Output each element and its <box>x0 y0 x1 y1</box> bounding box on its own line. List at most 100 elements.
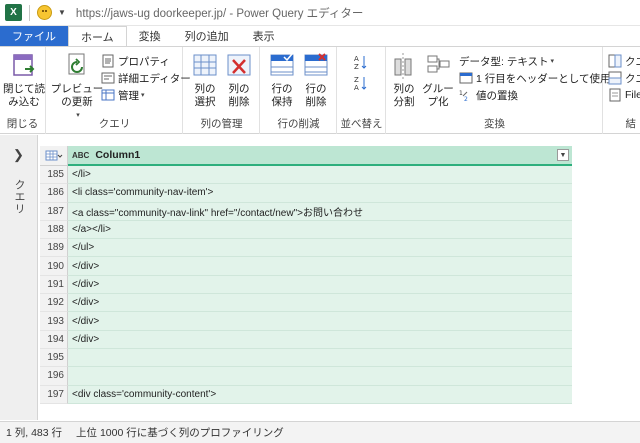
combine-files-label: File <box>625 89 640 101</box>
table-cell[interactable]: </li> <box>68 166 572 185</box>
tab-file[interactable]: ファイル <box>0 26 68 46</box>
row-number[interactable]: 190 <box>40 257 68 276</box>
choose-columns-label: 列の 選択 <box>194 83 216 108</box>
table-cell[interactable]: </a></li> <box>68 220 572 240</box>
row-number[interactable]: 188 <box>40 220 68 240</box>
group-reduce-rows: 行の 保持 行の 削除 行の削減 <box>261 47 337 134</box>
table-row[interactable]: 192 </div> <box>40 294 572 313</box>
remove-columns-label: 列の 削除 <box>228 83 250 108</box>
keep-rows-button[interactable]: 行の 保持 <box>265 51 299 109</box>
filter-dropdown-icon[interactable]: ▼ <box>557 149 569 161</box>
table-row[interactable]: 193 </div> <box>40 312 572 331</box>
table-cell[interactable]: <li class='community-nav-item'> <box>68 184 572 203</box>
queries-pane[interactable]: ❯ クエリ <box>0 135 38 420</box>
quick-access-dropdown-icon[interactable]: ▼ <box>58 8 66 17</box>
table-cell[interactable]: </div> <box>68 275 572 295</box>
table-cell[interactable]: <div class='community-content'> <box>68 385 572 404</box>
use-first-row-header-label: 1 行目をヘッダーとして使用 <box>476 72 611 85</box>
header-row-icon <box>459 71 473 85</box>
table-cell[interactable] <box>68 367 572 386</box>
grid-rows: 185 </li> 186 <li class='community-nav-item… <box>40 166 572 404</box>
replace-values-button[interactable]: 12 値の置換 <box>459 87 518 104</box>
table-row[interactable]: 194 </div> <box>40 330 572 349</box>
expand-pane-icon[interactable]: ❯ <box>13 147 24 163</box>
merge-queries-button[interactable]: クエ <box>608 53 640 69</box>
table-row[interactable]: 197 <div class='community-content'> <box>40 385 572 404</box>
merge-queries-label: クエ <box>625 55 640 68</box>
tab-transform[interactable]: 変換 <box>127 26 173 46</box>
table-row[interactable]: 187 <a class="community-nav-link" href="/… <box>40 202 572 221</box>
row-number[interactable]: 195 <box>40 348 68 368</box>
feedback-smiley-icon[interactable] <box>37 5 52 20</box>
use-first-row-header-button[interactable]: 1 行目をヘッダーとして使用 ▾ <box>459 70 616 86</box>
group-by-label: グルー プ化 <box>422 83 454 108</box>
row-number[interactable]: 191 <box>40 275 68 295</box>
sort-ascending-button[interactable]: AZ <box>354 53 371 71</box>
table-cell[interactable]: </div> <box>68 330 572 349</box>
table-row[interactable]: 189 </ul> <box>40 239 572 258</box>
advanced-editor-label: 詳細エディター <box>118 72 191 85</box>
table-row[interactable]: 185 </li> <box>40 166 572 185</box>
tab-home[interactable]: ホーム <box>68 26 127 46</box>
row-number[interactable]: 189 <box>40 239 68 258</box>
group-by-button[interactable]: グルー プ化 <box>421 51 455 109</box>
group-transform: 列の 分割 グルー プ化 データ型: テキスト ▾ 1 行目をヘッダーとして使用 <box>387 47 616 134</box>
row-number[interactable]: 193 <box>40 312 68 331</box>
table-row[interactable]: 191 </div> <box>40 275 572 295</box>
row-number[interactable]: 187 <box>40 202 68 221</box>
table-cell[interactable]: </div> <box>68 294 572 313</box>
table-row[interactable]: 188 </a></li> <box>40 220 572 240</box>
data-type-dropdown[interactable]: データ型: テキスト ▾ <box>459 53 554 69</box>
refresh-preview-button[interactable]: プレビュー の更新 ▾ <box>51 51 103 122</box>
sort-descending-icon: ZA <box>354 75 368 92</box>
row-number[interactable]: 196 <box>40 367 68 386</box>
table-cell[interactable]: <a class="community-nav-link" href="/con… <box>68 202 572 221</box>
group-label-reduce-rows: 行の削減 <box>277 118 320 130</box>
row-number[interactable]: 192 <box>40 294 68 313</box>
choose-columns-button[interactable]: 列の 選択 <box>188 51 222 109</box>
tab-add-column[interactable]: 列の追加 <box>173 26 241 46</box>
manage-label: 管理 <box>118 89 139 102</box>
row-column-count: 1 列, 483 行 <box>6 427 63 439</box>
excel-icon[interactable]: X <box>5 4 22 21</box>
table-row[interactable]: 196 <box>40 367 572 386</box>
table-menu-button[interactable] <box>40 146 68 166</box>
row-number[interactable]: 197 <box>40 385 68 404</box>
table-row[interactable]: 186 <li class='community-nav-item'> <box>40 184 572 203</box>
row-number[interactable]: 186 <box>40 184 68 203</box>
column-header-column1[interactable]: ABC Column1 ▼ <box>68 146 572 166</box>
data-grid[interactable]: ABC Column1 ▼ 185 </li> 186 <li class='comm… <box>40 146 572 421</box>
window-title: https://jaws-ug doorkeeper.jp/ - Power Q… <box>75 7 364 20</box>
advanced-editor-button[interactable]: 詳細エディター <box>101 70 191 86</box>
close-and-load-button[interactable]: 閉じて読 み込む <box>3 51 45 109</box>
grid-header: ABC Column1 ▼ <box>40 146 572 166</box>
remove-rows-label: 行の 削除 <box>305 83 327 108</box>
group-label-sort: 並べ替え <box>340 118 383 130</box>
table-cell[interactable]: </div> <box>68 312 572 331</box>
table-cell[interactable]: </ul> <box>68 239 572 258</box>
table-cell[interactable] <box>68 348 572 368</box>
split-column-button[interactable]: 列の 分割 <box>389 51 419 109</box>
table-row[interactable]: 195 <box>40 348 572 368</box>
close-and-load-label: 閉じて読 み込む <box>3 83 45 108</box>
combine-files-button[interactable]: File <box>608 87 640 103</box>
append-queries-button[interactable]: クエ <box>608 70 640 86</box>
profiling-status[interactable]: 上位 1000 行に基づく列のプロファイリング <box>76 425 284 440</box>
advanced-editor-icon <box>101 71 115 85</box>
svg-text:1: 1 <box>459 90 463 97</box>
text-type-icon[interactable]: ABC <box>72 151 89 160</box>
table-row[interactable]: 190 </div> <box>40 257 572 276</box>
sort-descending-button[interactable]: ZA <box>354 74 371 92</box>
manage-button[interactable]: 管理 ▾ <box>101 87 145 103</box>
remove-rows-button[interactable]: 行の 削除 <box>299 51 333 109</box>
properties-button[interactable]: プロパティ <box>101 53 170 69</box>
tab-view[interactable]: 表示 <box>241 26 287 46</box>
sort-ascending-icon: AZ <box>354 54 368 71</box>
table-cell[interactable]: </div> <box>68 257 572 276</box>
group-label-close: 閉じる <box>6 118 39 130</box>
row-number[interactable]: 194 <box>40 330 68 349</box>
remove-columns-button[interactable]: 列の 削除 <box>222 51 256 109</box>
ribbon-tabs: ファイル ホーム 変換 列の追加 表示 <box>0 26 640 46</box>
svg-text:Z: Z <box>354 76 359 84</box>
row-number[interactable]: 185 <box>40 166 68 185</box>
